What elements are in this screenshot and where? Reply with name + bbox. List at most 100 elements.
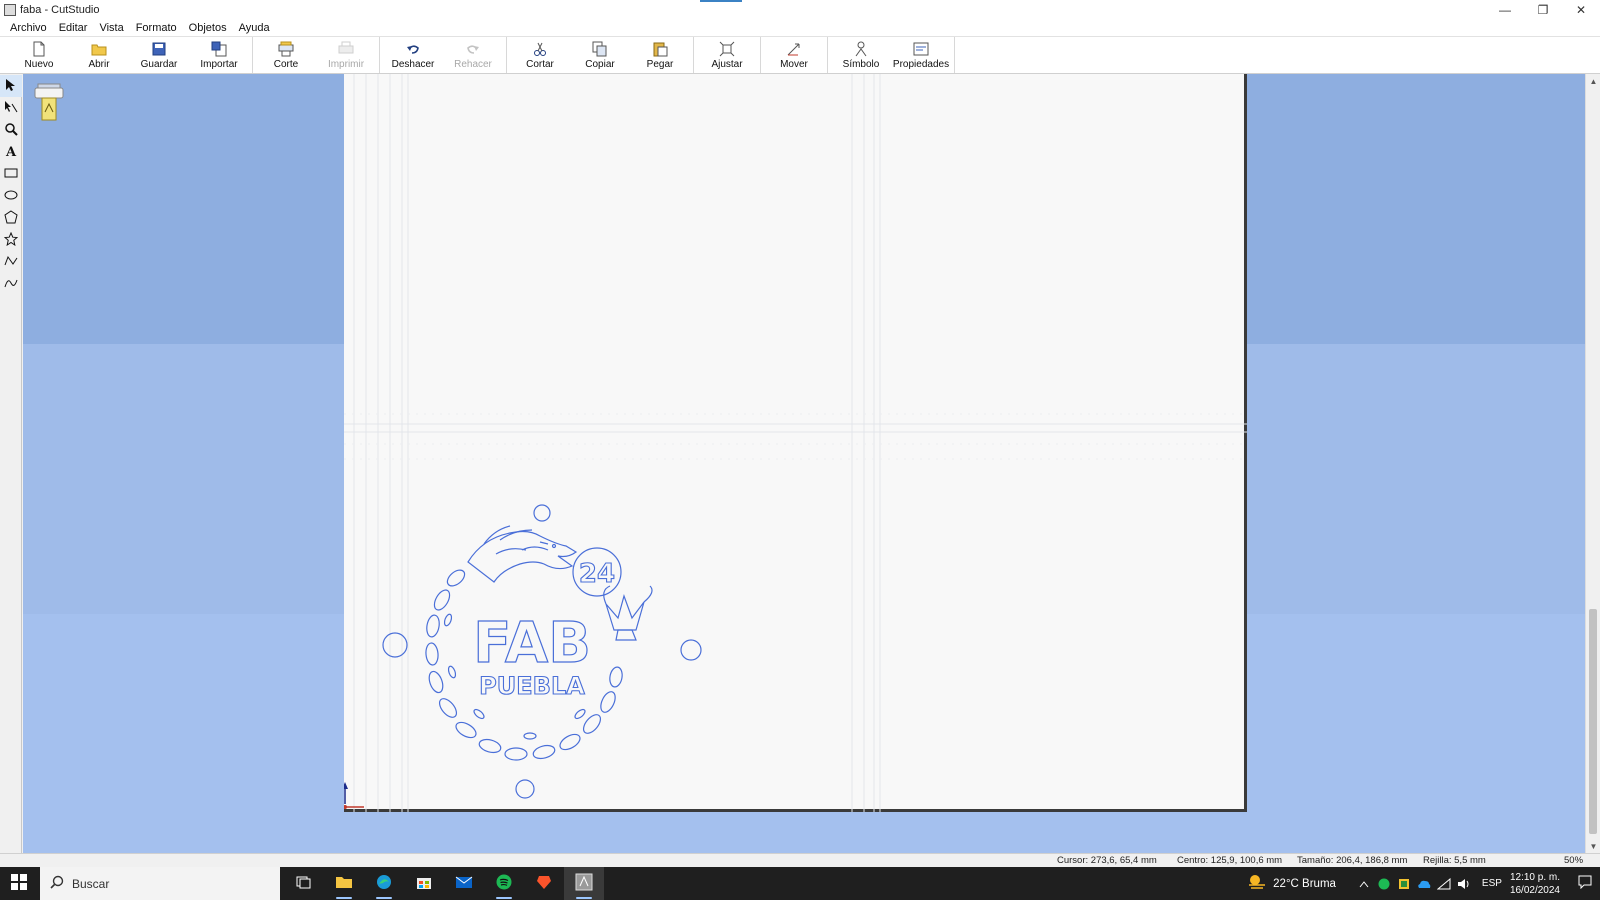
rectangle-icon	[4, 167, 18, 182]
windows-logo-icon	[11, 874, 27, 893]
cutstudio-app-icon	[4, 4, 16, 16]
cut-plot-button[interactable]: Corte	[256, 37, 316, 73]
spotify-button[interactable]	[484, 867, 524, 900]
cutstudio-icon	[575, 873, 593, 894]
toolbar-group-output: Corte Imprimir	[253, 37, 380, 73]
mail-icon	[455, 875, 473, 892]
close-button[interactable]: ✕	[1562, 0, 1600, 20]
text-tool[interactable]: A	[0, 141, 22, 163]
polygon-tool[interactable]	[0, 207, 22, 229]
menu-ayuda[interactable]: Ayuda	[233, 22, 276, 34]
redo-button[interactable]: Rehacer	[443, 37, 503, 73]
status-cursor: Cursor: 273,6, 65,4 mm	[1057, 855, 1157, 866]
registration-mark[interactable]	[533, 504, 551, 522]
tray-overflow-chevron[interactable]	[1354, 880, 1374, 888]
ellipse-tool[interactable]	[0, 185, 22, 207]
redo-icon	[465, 41, 481, 57]
edge-button[interactable]	[364, 867, 404, 900]
volume-icon[interactable]	[1454, 878, 1474, 890]
pinned-apps	[284, 867, 604, 900]
edge-icon	[376, 874, 392, 893]
undo-button[interactable]: Deshacer	[383, 37, 443, 73]
symbol-icon	[853, 41, 869, 57]
properties-button[interactable]: Propiedades	[891, 37, 951, 73]
brave-button[interactable]	[524, 867, 564, 900]
fit-icon	[719, 41, 735, 57]
file-explorer-button[interactable]	[324, 867, 364, 900]
cutter-machine-icon[interactable]	[33, 82, 67, 126]
print-button[interactable]: Imprimir	[316, 37, 376, 73]
new-button[interactable]: Nuevo	[9, 37, 69, 73]
cutstudio-taskbar-button[interactable]	[564, 867, 604, 900]
fab-puebla-logo[interactable]: 24 FAB PUEBLA	[382, 504, 702, 799]
restore-button[interactable]: ❐	[1524, 0, 1562, 20]
registration-mark[interactable]	[680, 639, 702, 661]
onedrive-icon[interactable]	[1414, 879, 1434, 889]
save-button[interactable]: Guardar	[129, 37, 189, 73]
paste-label: Pegar	[646, 59, 674, 70]
spotify-icon	[496, 874, 512, 893]
start-button[interactable]	[0, 867, 38, 900]
store-button[interactable]	[404, 867, 444, 900]
dragon-head	[467, 525, 578, 583]
polygon-icon	[4, 209, 18, 227]
redo-label: Rehacer	[454, 59, 492, 70]
weather-widget[interactable]: 22°C Bruma	[1247, 874, 1336, 893]
move-button[interactable]: Mover	[764, 37, 824, 73]
paste-button[interactable]: Pegar	[630, 37, 690, 73]
page-canvas: 24 FAB PUEBLA	[344, 74, 1247, 812]
menu-editar[interactable]: Editar	[53, 22, 94, 34]
menu-archivo[interactable]: Archivo	[4, 22, 53, 34]
new-file-icon	[31, 41, 47, 57]
zoom-tool[interactable]	[0, 119, 22, 141]
language-indicator[interactable]: ESP	[1482, 878, 1502, 889]
network-icon[interactable]	[1434, 877, 1454, 890]
scroll-thumb[interactable]	[1589, 609, 1597, 834]
menu-formato[interactable]: Formato	[130, 22, 183, 34]
menu-objetos[interactable]: Objetos	[183, 22, 233, 34]
edit-points-tool[interactable]	[0, 97, 22, 119]
polyline-tool[interactable]	[0, 251, 22, 273]
properties-icon	[913, 41, 929, 57]
crown-ornament	[603, 585, 653, 641]
notifications-button[interactable]	[1570, 875, 1600, 892]
task-view-button[interactable]	[284, 867, 324, 900]
fit-button[interactable]: Ajustar	[697, 37, 757, 73]
menu-vista[interactable]: Vista	[93, 22, 129, 34]
workspace[interactable]: 24 FAB PUEBLA	[23, 74, 1585, 853]
status-size: Tamaño: 206,4, 186,8 mm	[1297, 855, 1408, 866]
minimize-button[interactable]: —	[1486, 0, 1524, 20]
spotify-tray-icon[interactable]	[1374, 878, 1394, 890]
open-button[interactable]: Abrir	[69, 37, 129, 73]
undo-label: Deshacer	[391, 59, 435, 70]
cut-button[interactable]: Cortar	[510, 37, 570, 73]
import-button[interactable]: Importar	[189, 37, 249, 73]
clock[interactable]: 12:10 p. m. 16/02/2024	[1510, 871, 1560, 897]
notification-icon	[1578, 875, 1592, 892]
rectangle-tool[interactable]	[0, 163, 22, 185]
store-icon	[416, 874, 432, 893]
status-center: Centro: 125,9, 100,6 mm	[1177, 855, 1283, 866]
registration-mark[interactable]	[382, 632, 408, 658]
import-label: Importar	[200, 59, 238, 70]
curve-tool[interactable]	[0, 273, 22, 295]
cutting-page[interactable]: 24 FAB PUEBLA	[344, 74, 1247, 812]
print-icon	[338, 41, 354, 57]
clock-time: 12:10 p. m.	[1509, 871, 1560, 883]
windows-taskbar: Buscar 22°C Bruma ESP 12:10 p. m. 16/02/…	[0, 867, 1600, 900]
symbol-button[interactable]: Símbolo	[831, 37, 891, 73]
select-tool[interactable]	[0, 75, 22, 97]
scroll-up-icon[interactable]: ▲	[1586, 74, 1600, 88]
mail-button[interactable]	[444, 867, 484, 900]
star-tool[interactable]	[0, 229, 22, 251]
app-tray-icon[interactable]	[1394, 878, 1414, 890]
copy-button[interactable]: Copiar	[570, 37, 630, 73]
status-zoom: 50%	[1564, 855, 1584, 866]
toolbar-group-move: Mover	[761, 37, 828, 73]
registration-mark[interactable]	[515, 779, 535, 799]
taskbar-search[interactable]: Buscar	[40, 867, 280, 900]
vertical-scrollbar[interactable]: ▲ ▼	[1585, 74, 1600, 853]
drawing-tools-strip: A	[0, 75, 22, 853]
scroll-down-icon[interactable]: ▼	[1586, 839, 1600, 853]
file-explorer-icon	[335, 875, 353, 892]
